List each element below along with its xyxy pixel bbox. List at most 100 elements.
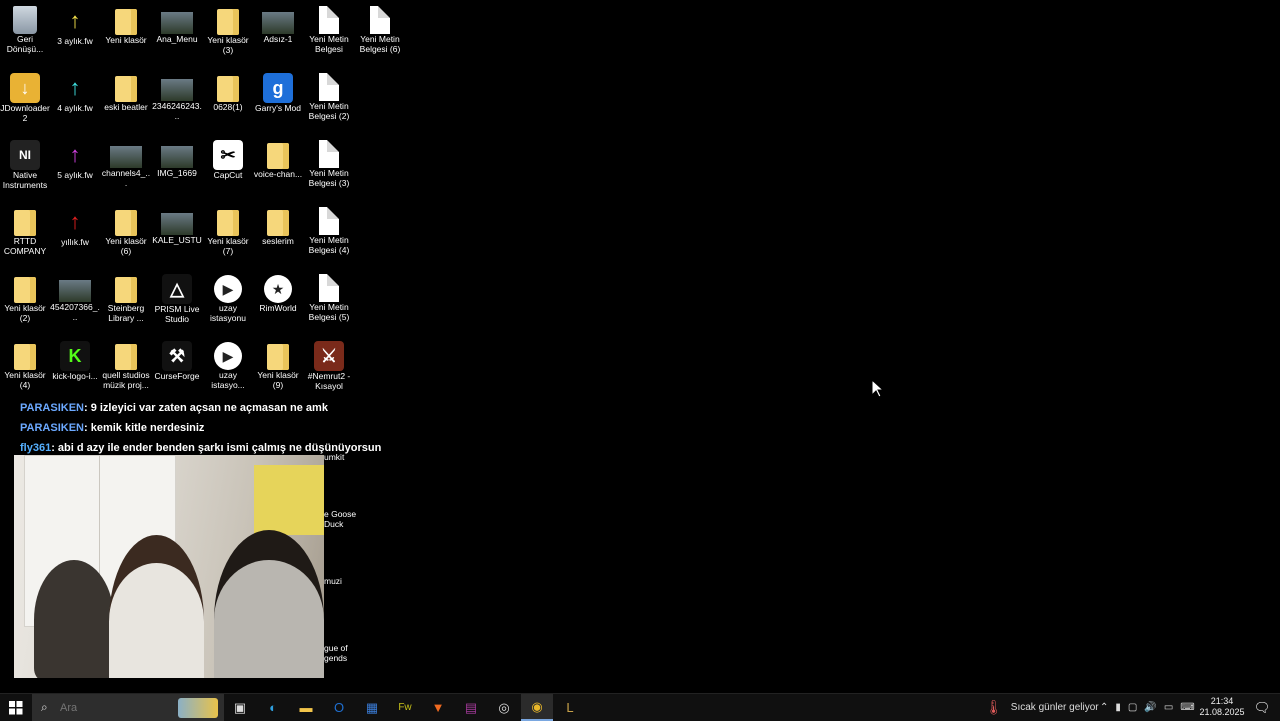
desktop-icon[interactable]: Yeni Metin Belgesi (6)	[355, 0, 405, 54]
desktop-icon[interactable]: seslerim	[253, 201, 303, 246]
desktop-icon[interactable]: Adsız-1	[253, 0, 303, 44]
desktop-icon[interactable]: ⚔ #Nemrut2 - Kısayol	[304, 335, 354, 391]
desktop-icon[interactable]: △ PRISM Live Studio	[152, 268, 202, 324]
desktop-icon[interactable]: Yeni Metin Belgesi (5)	[304, 268, 354, 322]
desktop-icon-label: 4 aylık.fw	[57, 103, 93, 113]
taskbar-app[interactable]: ▦	[356, 694, 388, 721]
desktop-icon[interactable]: Yeni klasör (6)	[101, 201, 151, 256]
desktop-icon-label: Ana_Menu	[156, 34, 198, 44]
winrar-icon: ▤	[464, 699, 478, 715]
desktop-icon-label: 454207366_...	[50, 302, 100, 322]
start-button[interactable]	[0, 694, 32, 721]
desktop-icon-label: quell studios müzik proj...	[102, 370, 150, 390]
person-right	[214, 530, 324, 678]
fireworks-icon: Fw	[398, 702, 412, 713]
search-icon: ⌕	[41, 700, 48, 714]
desktop-icon[interactable]: ⚒ CurseForge	[152, 335, 202, 381]
taskbar-app[interactable]: L	[554, 694, 586, 721]
desktop-icon[interactable]: Yeni Metin Belgesi (2)	[304, 67, 354, 121]
search-input[interactable]	[58, 700, 182, 715]
battery-icon[interactable]: ▭	[1164, 702, 1173, 713]
desktop-icon[interactable]: ★ RimWorld	[253, 268, 303, 313]
desktop-icon[interactable]: Yeni Metin Belgesi (4)	[304, 201, 354, 255]
folder-icon	[267, 344, 289, 370]
prism-icon: △	[162, 274, 192, 304]
desktop-icon[interactable]: IMG_1669	[152, 134, 202, 178]
desktop-icon[interactable]: ▶ uzay istasyonu	[203, 268, 253, 323]
brave-icon: ▼	[431, 700, 445, 715]
taskbar-app[interactable]: ▣	[224, 694, 256, 721]
taskbar-app[interactable]: ◐	[257, 694, 289, 721]
partial-icon-label[interactable]: gue of gends	[324, 643, 358, 663]
desktop-icon[interactable]: ↑ 3 aylık.fw	[50, 0, 100, 46]
taskbar-search[interactable]: ⌕	[32, 694, 224, 721]
desktop-icon-label: Yeni Metin Belgesi (2)	[308, 101, 350, 121]
text-document-icon	[370, 6, 390, 34]
taskbar-app[interactable]: O	[323, 694, 355, 721]
desktop-icon[interactable]: 2346246243...	[152, 67, 202, 121]
desktop-icon-label: Yeni Metin Belgesi (4)	[308, 235, 350, 255]
desktop-icon-label: RTTD COMPANY	[3, 236, 47, 256]
desktop-icon[interactable]: ↓ JDownloader 2	[0, 67, 50, 123]
desktop-icon[interactable]: ▶ uzay istasyo...	[203, 335, 253, 390]
desktop-icon[interactable]: g Garry's Mod	[253, 67, 303, 113]
chat-username: fly361	[20, 442, 52, 454]
desktop-icon[interactable]: Yeni klasör (9)	[253, 335, 303, 390]
system-tray: ⌃ ▮ ▢ 🔊 ▭ ⌨	[1100, 694, 1195, 721]
desktop-icon[interactable]: Kkick-logo-i...	[50, 335, 100, 381]
desktop-icon[interactable]: Yeni klasör (3)	[203, 0, 253, 55]
recycle-bin-icon	[13, 6, 37, 34]
desktop-icon[interactable]: voice-chan...	[253, 134, 303, 179]
desktop-icon[interactable]: RTTD COMPANY	[0, 201, 50, 256]
desktop-icon[interactable]: Yeni klasör (4)	[0, 335, 50, 390]
weather-widget[interactable]: 🌡 Sıcak günler geliyor	[985, 694, 1099, 721]
clock[interactable]: 21:34 21.08.2025	[1198, 696, 1246, 718]
desktop-icon[interactable]: Yeni Metin Belgesi	[304, 0, 354, 54]
desktop-icon[interactable]: channels4_...	[101, 134, 151, 188]
desktop-icon[interactable]: ↑ yıllık.fw	[50, 201, 100, 247]
native-instruments-icon: NI	[10, 140, 40, 170]
taskbar-app[interactable]: ◉	[521, 694, 553, 721]
desktop-icon[interactable]: ↑ 4 aylık.fw	[50, 67, 100, 113]
taskbar-app[interactable]: ◎	[488, 694, 520, 721]
desktop-icon[interactable]: 454207366_...	[50, 268, 100, 322]
desktop-icon-label: Yeni klasör (3)	[207, 35, 249, 55]
obs-icon: ◎	[498, 699, 510, 715]
chat-message: PARASIKEN: 9 izleyici var zaten açsan ne…	[20, 398, 400, 418]
yellow-arrow-icon: ↑	[69, 8, 81, 33]
desktop-icon[interactable]: NI Native Instruments	[0, 134, 50, 190]
desktop-icon-label: CurseForge	[154, 371, 200, 381]
desktop-icon[interactable]: Steinberg Library ...	[101, 268, 151, 323]
desktop-icon[interactable]: ↑ 5 aylık.fw	[50, 134, 100, 180]
desktop-icon[interactable]: Yeni klasör	[101, 0, 151, 45]
desktop-icon[interactable]: eski beatler	[101, 67, 151, 112]
desktop-icon[interactable]: Yeni Metin Belgesi (3)	[304, 134, 354, 188]
taskbar-app[interactable]: ▬	[290, 694, 322, 721]
desktop-icon[interactable]: ✂ CapCut	[203, 134, 253, 180]
volume-icon[interactable]: 🔊	[1144, 702, 1156, 713]
microphone-icon[interactable]: ▮	[1115, 702, 1121, 713]
desktop-icon-label: 2346246243...	[152, 101, 202, 121]
text-document-icon	[319, 73, 339, 101]
notification-button[interactable]: 🗨	[1250, 694, 1274, 721]
desktop-icon[interactable]: Geri Dönüşü...	[0, 0, 50, 54]
taskbar-app[interactable]: ▤	[455, 694, 487, 721]
desktop-icon[interactable]: Yeni klasör (7)	[203, 201, 253, 256]
text-document-icon	[319, 140, 339, 168]
desktop-icon[interactable]: 0628(1)	[203, 67, 253, 112]
chevron-up-icon[interactable]: ⌃	[1100, 702, 1108, 713]
keyboard-icon[interactable]: ⌨	[1180, 702, 1194, 713]
partial-icon-label[interactable]: muzi	[324, 576, 358, 586]
outlook-icon: O	[333, 700, 345, 715]
taskbar-app[interactable]: Fw	[389, 694, 421, 721]
desktop-icon[interactable]: KALE_USTU	[152, 201, 202, 245]
desktop-icon[interactable]: quell studios müzik proj...	[101, 335, 151, 390]
desktop-icon[interactable]: Ana_Menu	[152, 0, 202, 44]
network-icon[interactable]: ▢	[1128, 702, 1137, 713]
taskbar-app[interactable]: ▼	[422, 694, 454, 721]
folder-icon	[217, 210, 239, 236]
partial-icon-label[interactable]: e Goose Duck	[324, 509, 358, 529]
desktop-icon[interactable]: Yeni klasör (2)	[0, 268, 50, 323]
image-icon	[110, 146, 142, 168]
file-explorer-icon: ▬	[299, 700, 313, 715]
